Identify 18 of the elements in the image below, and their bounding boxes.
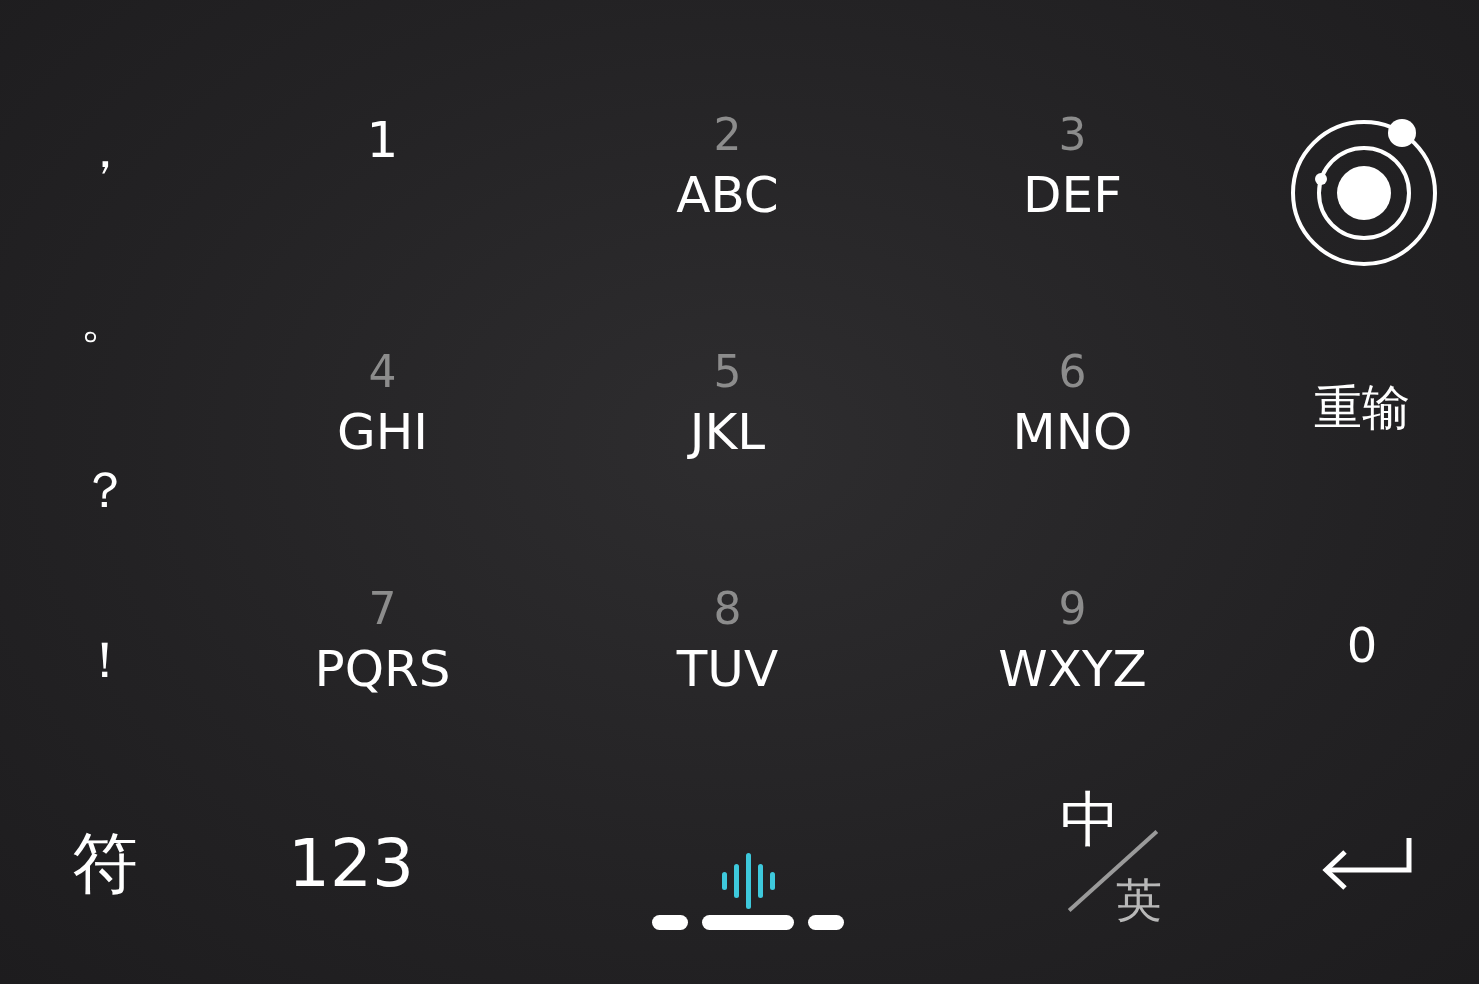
punctuation-key[interactable]: ，: [0, 65, 210, 235]
letter-key[interactable]: 8 TUV: [668, 581, 787, 708]
letter-key[interactable]: 5 JKL: [681, 344, 774, 471]
letter-key[interactable]: 2 ABC: [668, 107, 787, 234]
punctuation-key[interactable]: ！: [0, 575, 210, 745]
punctuation-key[interactable]: 。: [0, 235, 210, 405]
letter-key[interactable]: 3 DEF: [1015, 107, 1130, 234]
language-toggle[interactable]: 中 英: [1060, 788, 1170, 939]
letter-key[interactable]: 7 PQRS: [306, 581, 459, 708]
symbols-key[interactable]: 符: [72, 818, 138, 909]
digit-key[interactable]: 1: [342, 102, 423, 239]
zero-key[interactable]: 0: [1346, 616, 1378, 673]
letter-key[interactable]: 9 WXYZ: [990, 581, 1155, 708]
numbers-key[interactable]: 123: [288, 825, 414, 902]
reset-key[interactable]: 重输: [1314, 375, 1410, 440]
punctuation-key[interactable]: ？: [0, 405, 210, 575]
letter-key[interactable]: 4 GHI: [328, 344, 437, 471]
letter-key[interactable]: 6 MNO: [1004, 344, 1141, 471]
